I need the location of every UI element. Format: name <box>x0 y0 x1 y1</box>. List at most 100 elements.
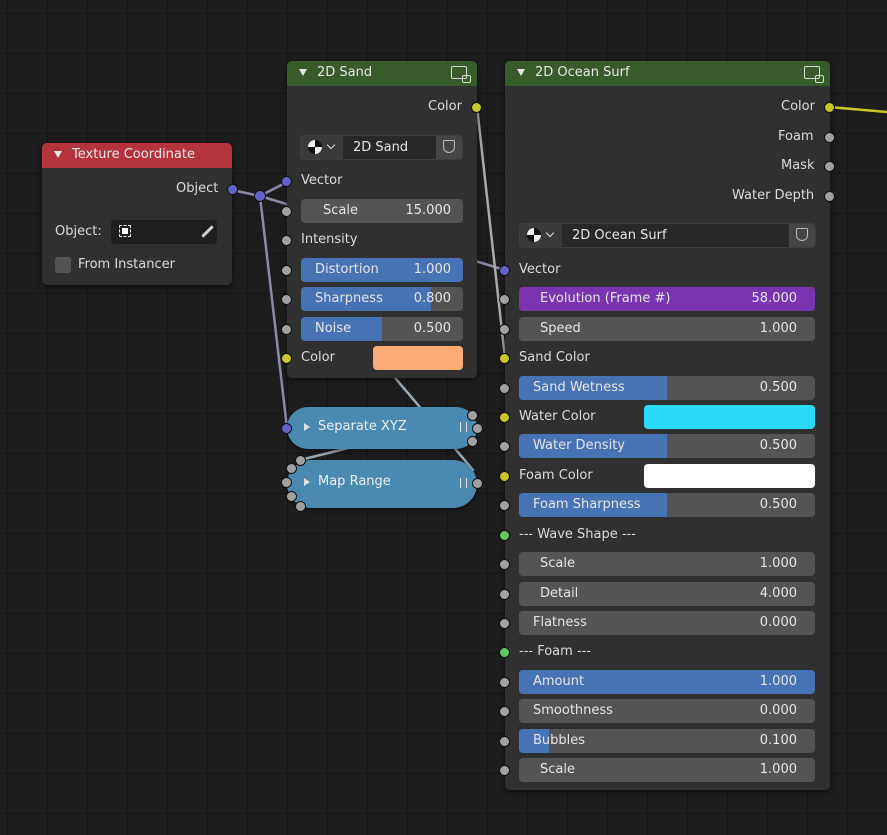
flatness-field[interactable]: Flatness 0.000 <box>519 611 815 635</box>
input-from-max-socket[interactable] <box>281 477 292 488</box>
input-to-max-socket[interactable] <box>295 501 306 512</box>
from-instancer-checkbox[interactable] <box>55 257 71 273</box>
fake-user-shield-icon[interactable] <box>436 136 462 159</box>
expand-icon[interactable] <box>304 423 310 431</box>
input-vector-label: Vector <box>301 173 343 188</box>
sand-wetness-field[interactable]: Sand Wetness 0.500 <box>519 376 815 400</box>
map-range-node[interactable]: Map Range <box>281 455 483 512</box>
noise-field[interactable]: Noise 0.500 <box>301 317 463 341</box>
input-water-density-socket[interactable] <box>499 441 510 452</box>
expand-icon[interactable] <box>304 478 310 486</box>
evolution-field[interactable]: Evolution (Frame #) 58.000 <box>519 287 815 311</box>
input-sharpness-socket[interactable] <box>281 294 292 305</box>
output-z-socket[interactable] <box>467 436 478 447</box>
texture-coordinate-node[interactable]: Texture Coordinate Object Object: From I… <box>42 143 238 285</box>
ocean-surf-group-node[interactable]: 2D Ocean Surf Color Foam Mask Water Dept… <box>499 61 835 790</box>
input-scale-socket[interactable] <box>281 206 292 217</box>
bubbles-field[interactable]: Bubbles 0.100 <box>519 729 815 753</box>
node-header[interactable]: Texture Coordinate <box>42 143 232 168</box>
node-tree-browse[interactable] <box>520 224 562 247</box>
water-density-field[interactable]: Water Density 0.500 <box>519 434 815 458</box>
input-intensity-socket[interactable] <box>281 235 292 246</box>
node-header[interactable]: 2D Ocean Surf <box>505 61 830 86</box>
input-vector-socket[interactable] <box>499 265 510 276</box>
distortion-field[interactable]: Distortion 1.000 <box>301 258 463 282</box>
eyedropper-icon[interactable] <box>201 225 214 238</box>
speed-field[interactable]: Speed 1.000 <box>519 317 815 341</box>
input-to-min-socket[interactable] <box>286 491 297 502</box>
foam-sharpness-field[interactable]: Foam Sharpness 0.500 <box>519 493 815 517</box>
collapse-icon[interactable] <box>54 151 62 158</box>
input-distortion-socket[interactable] <box>281 265 292 276</box>
node-group-selector[interactable]: 2D Sand <box>300 135 463 160</box>
output-x-socket[interactable] <box>467 410 478 421</box>
wave-scale-field[interactable]: Scale 1.000 <box>519 552 815 576</box>
input-noise-socket[interactable] <box>281 324 292 335</box>
input-value-socket[interactable] <box>295 455 306 466</box>
input-foam-section-socket[interactable] <box>499 647 510 658</box>
chevron-down-icon <box>326 140 336 150</box>
output-color-socket[interactable] <box>824 102 835 113</box>
input-foam-color-socket[interactable] <box>499 471 510 482</box>
input-foam-sharpness-socket[interactable] <box>499 500 510 511</box>
input-wave-shape-socket[interactable] <box>499 530 510 541</box>
input-water-color-socket[interactable] <box>499 412 510 423</box>
output-object-label: Object <box>176 181 219 196</box>
output-foam-socket[interactable] <box>824 132 835 143</box>
node-tree-browse[interactable] <box>301 136 343 159</box>
output-water-depth-socket[interactable] <box>824 191 835 202</box>
material-icon <box>308 140 322 154</box>
detail-field[interactable]: Detail 4.000 <box>519 582 815 606</box>
input-sand-wetness-socket[interactable] <box>499 383 510 394</box>
output-color-socket[interactable] <box>471 102 482 113</box>
output-result-socket[interactable] <box>472 478 483 489</box>
input-intensity-label: Intensity <box>301 232 358 247</box>
input-bubbles-socket[interactable] <box>499 736 510 747</box>
collapse-icon[interactable] <box>299 69 307 76</box>
input-from-min-socket[interactable] <box>286 463 297 474</box>
field-value: 1.000 <box>413 262 451 277</box>
field-value: 15.000 <box>405 203 452 218</box>
output-color-label: Color <box>781 99 815 114</box>
reroute-dot[interactable] <box>254 190 266 202</box>
sharpness-field[interactable]: Sharpness 0.800 <box>301 287 463 311</box>
foam-color-swatch[interactable] <box>644 464 815 488</box>
input-evolution-socket[interactable] <box>499 294 510 305</box>
object-field-label: Object: <box>55 224 102 239</box>
node-group-icon[interactable] <box>451 66 471 83</box>
sand-group-node[interactable]: 2D Sand Color 2D Sand Vector Scale 15.00… <box>281 61 482 378</box>
field-value: 4.000 <box>759 586 797 601</box>
node-group-selector[interactable]: 2D Ocean Surf <box>519 223 816 248</box>
object-field[interactable] <box>111 220 217 244</box>
input-color-socket[interactable] <box>281 353 292 364</box>
foam-scale-field[interactable]: Scale 1.000 <box>519 758 815 782</box>
input-speed-socket[interactable] <box>499 324 510 335</box>
collapsed-sockets-icon <box>460 478 467 488</box>
input-foam-scale-socket[interactable] <box>499 765 510 776</box>
field-label: Foam Sharpness <box>533 497 641 512</box>
input-detail-socket[interactable] <box>499 589 510 600</box>
fake-user-shield-icon[interactable] <box>789 224 815 247</box>
smoothness-field[interactable]: Smoothness 0.000 <box>519 699 815 723</box>
sand-color-swatch[interactable] <box>373 346 463 370</box>
input-amount-socket[interactable] <box>499 677 510 688</box>
input-smoothness-socket[interactable] <box>499 706 510 717</box>
node-title: Map Range <box>318 474 391 489</box>
field-label: Sharpness <box>315 291 383 306</box>
node-group-icon[interactable] <box>804 66 824 83</box>
field-value: 0.000 <box>759 703 797 718</box>
water-color-swatch[interactable] <box>644 405 815 429</box>
input-sand-color-socket[interactable] <box>499 353 510 364</box>
amount-field[interactable]: Amount 1.000 <box>519 670 815 694</box>
output-object-socket[interactable] <box>227 184 238 195</box>
collapse-icon[interactable] <box>517 69 525 76</box>
output-y-socket[interactable] <box>472 423 483 434</box>
input-wave-scale-socket[interactable] <box>499 559 510 570</box>
input-vector-socket[interactable] <box>281 423 292 434</box>
node-header[interactable]: 2D Sand <box>287 61 477 86</box>
separate-xyz-node[interactable]: Separate XYZ <box>281 407 483 449</box>
scale-field[interactable]: Scale 15.000 <box>301 199 463 223</box>
output-mask-socket[interactable] <box>824 161 835 172</box>
input-vector-socket[interactable] <box>281 176 292 187</box>
input-flatness-socket[interactable] <box>499 618 510 629</box>
